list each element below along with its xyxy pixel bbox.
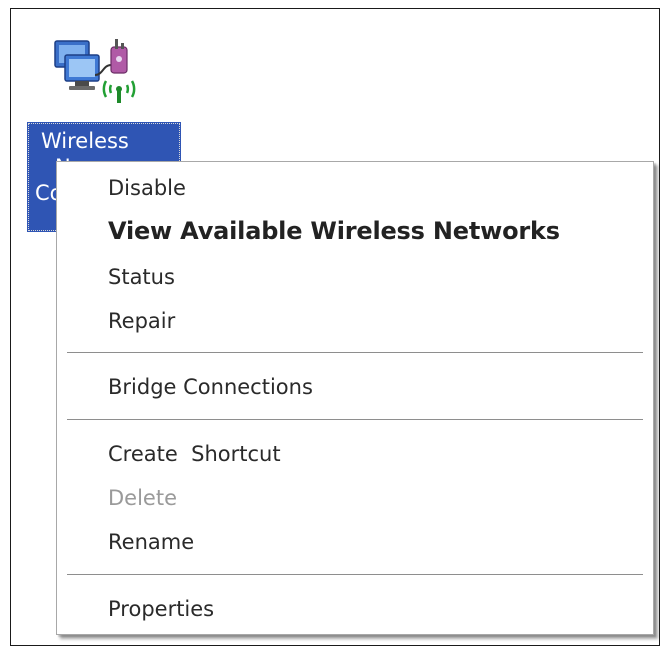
wireless-network-connection-icon[interactable]	[51, 35, 151, 105]
menu-item-properties[interactable]: Properties	[108, 596, 214, 622]
menu-separator	[67, 419, 643, 421]
menu-item-delete[interactable]: Delete	[108, 485, 177, 511]
menu-item-bridge-connections[interactable]: Bridge Connections	[108, 374, 313, 400]
menu-item-create-shortcut[interactable]: Create Shortcut	[108, 441, 281, 467]
menu-item-disable[interactable]: Disable	[108, 175, 186, 201]
menu-item-view-available-wireless-networks[interactable]: View Available Wireless Networks	[108, 218, 560, 244]
menu-item-status[interactable]: Status	[108, 264, 175, 290]
icon-label-line-1: Wireless	[41, 129, 129, 153]
screenshot-frame: Wireless N Co Disable View Available Wir…	[10, 8, 660, 646]
menu-item-rename[interactable]: Rename	[108, 529, 194, 555]
context-menu: Disable View Available Wireless Networks…	[56, 161, 654, 635]
menu-separator	[67, 352, 643, 354]
menu-separator	[67, 574, 643, 576]
menu-item-repair[interactable]: Repair	[108, 308, 175, 334]
